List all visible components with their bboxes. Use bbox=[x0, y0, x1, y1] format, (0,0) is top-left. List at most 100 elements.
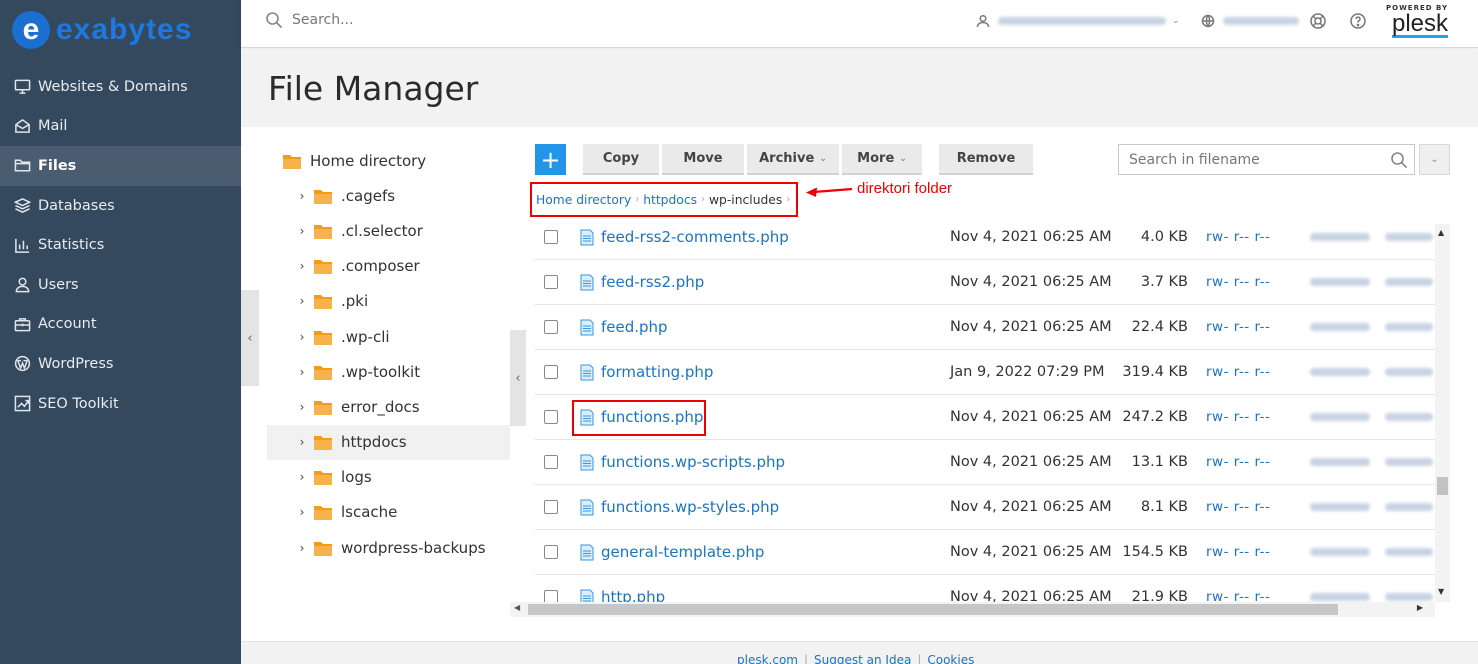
scrollbar-thumb[interactable] bbox=[1437, 477, 1448, 495]
footer-link-suggest-idea[interactable]: Suggest an Idea bbox=[814, 653, 911, 664]
sidebar-item-users[interactable]: Users bbox=[0, 265, 241, 305]
tree-item-logs[interactable]: › logs bbox=[267, 460, 510, 495]
file-name-link[interactable]: functions.wp-scripts.php bbox=[601, 453, 785, 471]
file-owner-redacted bbox=[1310, 548, 1370, 556]
file-group-redacted bbox=[1385, 503, 1433, 511]
tree-item-error-docs[interactable]: › error_docs bbox=[267, 389, 510, 424]
add-button[interactable]: + bbox=[535, 144, 566, 175]
tree-item-cl-selector[interactable]: › .cl.selector bbox=[267, 213, 510, 248]
username-redacted bbox=[998, 17, 1166, 25]
tree-item-httpdocs[interactable]: › httpdocs bbox=[267, 424, 510, 460]
exabytes-logo[interactable]: e exabytes bbox=[12, 10, 192, 50]
row-checkbox[interactable] bbox=[544, 230, 558, 244]
file-permissions-link[interactable]: rw- r-- r-- bbox=[1206, 229, 1270, 245]
breadcrumb-home-directory[interactable]: Home directory bbox=[536, 193, 631, 207]
tree-item-wp-toolkit[interactable]: › .wp-toolkit bbox=[267, 354, 510, 389]
file-permissions-link[interactable]: rw- r-- r-- bbox=[1206, 544, 1270, 560]
row-checkbox[interactable] bbox=[544, 275, 558, 289]
file-permissions-link[interactable]: rw- r-- r-- bbox=[1206, 589, 1270, 602]
sidebar-item-files[interactable]: Files bbox=[0, 146, 241, 186]
row-checkbox[interactable] bbox=[544, 500, 558, 514]
file-name-link[interactable]: formatting.php bbox=[601, 363, 713, 381]
mail-icon bbox=[12, 117, 32, 135]
file-row[interactable]: formatting.php Jan 9, 2022 07:29 PM 319.… bbox=[535, 350, 1435, 395]
scroll-down-icon[interactable]: ▼ bbox=[1438, 587, 1444, 596]
chevron-right-icon: › bbox=[299, 294, 305, 309]
tree-item-wp-cli[interactable]: › .wp-cli bbox=[267, 319, 510, 354]
scroll-right-icon[interactable]: ▶ bbox=[1417, 603, 1423, 612]
tree-item-cagefs[interactable]: › .cagefs bbox=[267, 178, 510, 213]
file-row[interactable]: feed-rss2.php Nov 4, 2021 06:25 AM 3.7 K… bbox=[535, 260, 1435, 305]
tree-item-pki[interactable]: › .pki bbox=[267, 284, 510, 319]
search-options-dropdown[interactable]: ⌄ bbox=[1419, 144, 1450, 175]
tree-item-lscache[interactable]: › lscache bbox=[267, 495, 510, 530]
file-row[interactable]: functions.wp-scripts.php Nov 4, 2021 06:… bbox=[535, 440, 1435, 485]
file-name-link[interactable]: http.php bbox=[601, 588, 665, 602]
remove-button[interactable]: Remove bbox=[939, 144, 1033, 175]
file-permissions-link[interactable]: rw- r-- r-- bbox=[1206, 454, 1270, 470]
user-menu[interactable]: ⌄ bbox=[976, 14, 1180, 28]
row-checkbox[interactable] bbox=[544, 365, 558, 379]
file-row[interactable]: general-template.php Nov 4, 2021 06:25 A… bbox=[535, 530, 1435, 575]
file-name-link[interactable]: feed.php bbox=[601, 318, 668, 336]
breadcrumb-separator-icon: › bbox=[635, 194, 640, 205]
file-name-link[interactable]: feed-rss2.php bbox=[601, 273, 704, 291]
file-row[interactable]: functions.wp-styles.php Nov 4, 2021 06:2… bbox=[535, 485, 1435, 530]
file-size: 319.4 KB bbox=[1122, 364, 1188, 380]
chevron-right-icon: › bbox=[299, 505, 305, 520]
scroll-left-icon[interactable]: ◀ bbox=[514, 603, 520, 612]
chevron-right-icon: › bbox=[299, 470, 305, 485]
global-search-placeholder: Search... bbox=[292, 12, 354, 28]
sidebar-item-seo-toolkit[interactable]: SEO Toolkit bbox=[0, 384, 241, 424]
move-button[interactable]: Move bbox=[662, 144, 744, 175]
scroll-up-icon[interactable]: ▲ bbox=[1438, 228, 1444, 237]
file-owner-redacted bbox=[1310, 323, 1370, 331]
file-row[interactable]: feed.php Nov 4, 2021 06:25 AM 22.4 KB rw… bbox=[535, 305, 1435, 350]
scrollbar-thumb[interactable] bbox=[528, 604, 1338, 615]
file-permissions-link[interactable]: rw- r-- r-- bbox=[1206, 499, 1270, 515]
footer-link-plesk-com[interactable]: plesk.com bbox=[737, 653, 798, 664]
file-permissions-link[interactable]: rw- r-- r-- bbox=[1206, 364, 1270, 380]
help-icon[interactable] bbox=[1349, 12, 1369, 32]
file-list-horizontal-scrollbar[interactable]: ◀ ▶ bbox=[510, 602, 1435, 617]
tree-item-home-directory[interactable]: Home directory bbox=[267, 143, 510, 178]
sidebar-item-websites-domains[interactable]: Websites & Domains bbox=[0, 67, 241, 107]
chevron-down-icon: ⌄ bbox=[1172, 16, 1180, 26]
file-name-link[interactable]: feed-rss2-comments.php bbox=[601, 228, 789, 246]
file-row[interactable]: feed-rss2-comments.php Nov 4, 2021 06:25… bbox=[535, 215, 1435, 260]
file-permissions-link[interactable]: rw- r-- r-- bbox=[1206, 409, 1270, 425]
file-name-link[interactable]: functions.wp-styles.php bbox=[601, 498, 779, 516]
filename-search-input[interactable]: Search in filename bbox=[1118, 144, 1415, 175]
row-checkbox[interactable] bbox=[544, 545, 558, 559]
sidebar-item-mail[interactable]: Mail bbox=[0, 107, 241, 147]
archive-button[interactable]: Archive ⌄ bbox=[747, 144, 839, 175]
file-owner-redacted bbox=[1310, 458, 1370, 466]
row-checkbox[interactable] bbox=[544, 410, 558, 424]
file-size: 247.2 KB bbox=[1122, 409, 1188, 425]
footer-link-cookies[interactable]: Cookies bbox=[927, 653, 974, 664]
row-checkbox[interactable] bbox=[544, 320, 558, 334]
global-search[interactable]: Search... bbox=[265, 11, 353, 29]
file-row[interactable]: http.php Nov 4, 2021 06:25 AM 21.9 KB rw… bbox=[535, 575, 1435, 602]
lifebuoy-icon[interactable] bbox=[1309, 12, 1329, 32]
sidebar-item-account[interactable]: Account bbox=[0, 305, 241, 345]
more-button[interactable]: More ⌄ bbox=[842, 144, 922, 175]
sidebar-collapse-toggle[interactable]: ‹ bbox=[241, 290, 259, 386]
copy-button[interactable]: Copy bbox=[583, 144, 659, 175]
file-permissions-link[interactable]: rw- r-- r-- bbox=[1206, 274, 1270, 290]
file-modified-date: Jan 9, 2022 07:29 PM bbox=[950, 364, 1105, 380]
sidebar-item-statistics[interactable]: Statistics bbox=[0, 225, 241, 265]
file-list-vertical-scrollbar[interactable]: ▲ ▼ bbox=[1435, 224, 1450, 602]
tree-item-wordpress-backups[interactable]: › wordpress-backups bbox=[267, 530, 510, 565]
folder-icon bbox=[314, 505, 332, 521]
file-permissions-link[interactable]: rw- r-- r-- bbox=[1206, 319, 1270, 335]
tree-item-composer[interactable]: › .composer bbox=[267, 249, 510, 284]
breadcrumb-httpdocs[interactable]: httpdocs bbox=[643, 193, 697, 207]
tree-collapse-toggle[interactable]: ‹ bbox=[510, 330, 526, 426]
row-checkbox[interactable] bbox=[544, 590, 558, 602]
sidebar-item-databases[interactable]: Databases bbox=[0, 186, 241, 226]
file-name-link[interactable]: general-template.php bbox=[601, 543, 764, 561]
subscription-menu[interactable] bbox=[1201, 14, 1299, 28]
row-checkbox[interactable] bbox=[544, 455, 558, 469]
sidebar-item-wordpress[interactable]: WordPress bbox=[0, 344, 241, 384]
